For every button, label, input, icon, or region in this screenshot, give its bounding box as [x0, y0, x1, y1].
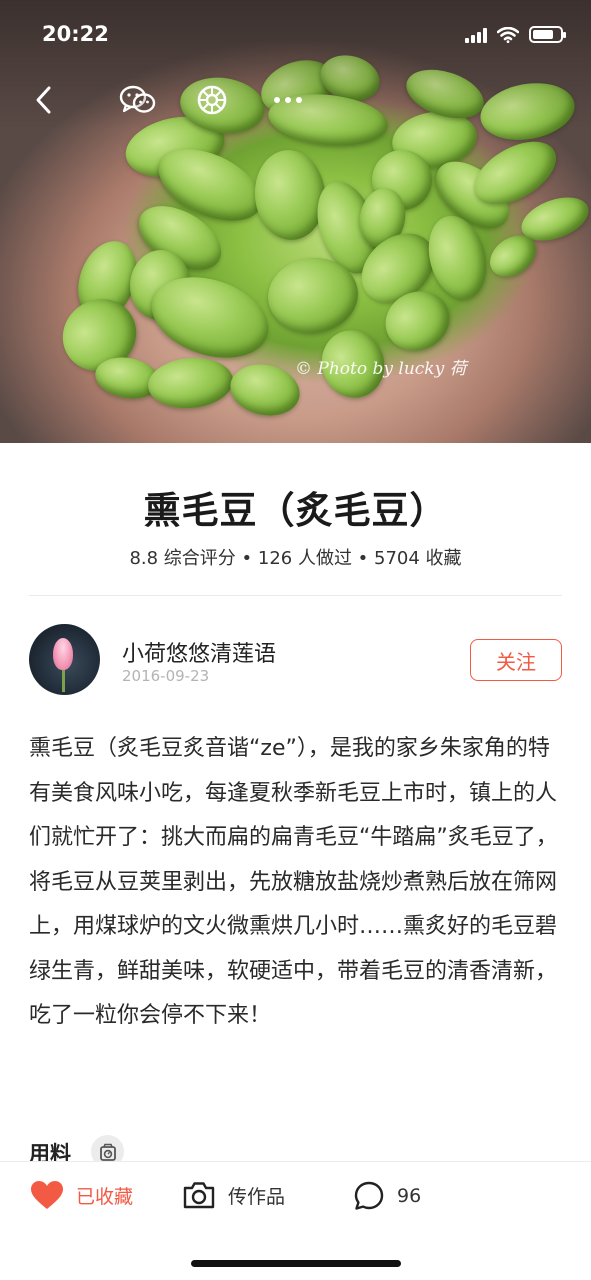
recipe-description: 熏毛豆（炙毛豆炙音谐“ze”），是我的家乡朱家角的特有美食风味小吃，每逢夏秋季新…	[29, 736, 558, 1028]
upload-work-button[interactable]: 传作品	[182, 1180, 285, 1210]
heart-icon	[31, 1181, 63, 1209]
signal-icon	[465, 27, 487, 43]
home-indicator	[191, 1260, 401, 1267]
comment-icon	[354, 1181, 384, 1210]
more-button[interactable]	[268, 80, 308, 120]
share-moments-button[interactable]	[192, 80, 232, 120]
author-date: 2016-09-23	[122, 667, 210, 685]
follow-button[interactable]: 关注	[470, 639, 562, 681]
back-icon	[36, 86, 51, 114]
moments-icon	[197, 85, 227, 115]
upload-work-label: 传作品	[228, 1185, 286, 1208]
wifi-icon	[497, 26, 519, 43]
share-wechat-button[interactable]	[118, 80, 158, 120]
more-icon	[274, 97, 302, 103]
avatar[interactable]	[29, 624, 100, 695]
favorite-button[interactable]: 已收藏	[30, 1180, 133, 1210]
author-name[interactable]: 小荷悠悠清莲语	[122, 636, 276, 668]
favorite-label: 已收藏	[76, 1185, 134, 1208]
camera-icon	[183, 1182, 215, 1209]
recipe-title: 熏毛豆（炙毛豆）	[143, 489, 448, 532]
status-time: 20:22	[42, 22, 109, 46]
divider	[29, 595, 562, 596]
wechat-icon	[119, 85, 156, 113]
comment-count: 96	[397, 1185, 422, 1207]
comments-button[interactable]: 96	[353, 1180, 421, 1212]
status-bar: 20:22	[0, 0, 591, 70]
recipe-stats: 8.8 综合评分 • 126 人做过 • 5704 收藏	[129, 548, 462, 569]
back-button[interactable]	[24, 80, 64, 120]
scale-icon	[99, 1143, 116, 1161]
battery-icon	[529, 26, 566, 43]
photo-watermark: © Photo by lucky 荷	[295, 359, 467, 379]
